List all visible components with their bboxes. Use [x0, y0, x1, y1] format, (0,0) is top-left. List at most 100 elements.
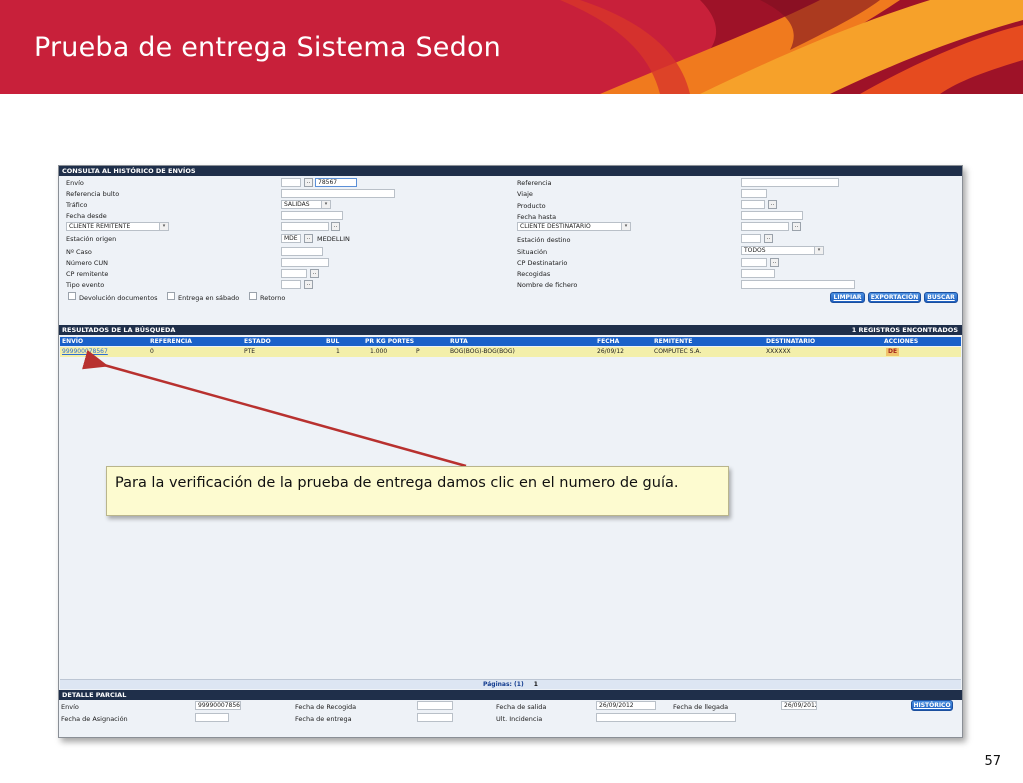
cliente-destinatario-input[interactable] — [741, 222, 789, 231]
buscar-button[interactable]: BUSCAR — [924, 292, 958, 303]
cell-fecha: 26/09/12 — [597, 348, 624, 355]
col-envio: ENVÍO — [62, 338, 84, 345]
producto-lookup-button[interactable]: .. — [768, 200, 777, 209]
cp-destinatario-lookup-button[interactable]: .. — [770, 258, 779, 267]
sedon-app-screenshot: CONSULTA AL HISTÓRICO DE ENVÍOS Envío ..… — [58, 165, 963, 738]
fecha-llegada-field: 26/09/2012 — [781, 701, 817, 710]
label-estacion-origen: Estación origen — [66, 235, 117, 243]
trafico-value: SALIDAS — [284, 201, 310, 208]
chevron-down-icon: ▾ — [814, 247, 823, 254]
retorno-checkbox[interactable] — [249, 292, 257, 300]
envio-link[interactable]: 999900078567 — [62, 348, 108, 356]
envio-lookup-button[interactable]: .. — [304, 178, 313, 187]
detail-envio-field: 999900078567 — [195, 701, 241, 710]
producto-input[interactable] — [741, 200, 765, 209]
col-ruta: RUTA — [450, 338, 468, 345]
slide-title: Prueba de entrega Sistema Sedon — [34, 32, 501, 63]
tipo-evento-lookup-button[interactable]: .. — [304, 280, 313, 289]
label-cp-destinatario: CP Destinatario — [517, 259, 568, 267]
label-numero-cun: Número CUN — [66, 259, 109, 267]
label-fecha-hasta: Fecha hasta — [517, 213, 557, 221]
cell-destinatario: XXXXXX — [766, 348, 791, 355]
devolucion-checkbox[interactable] — [68, 292, 76, 300]
pager-current-page[interactable]: 1 — [534, 681, 538, 688]
estacion-origen-name: MEDELLIN — [317, 235, 350, 243]
pager: Páginas: (1) 1 — [60, 679, 961, 689]
slide: Prueba de entrega Sistema Sedon CONSULTA… — [0, 0, 1023, 783]
fecha-desde-input[interactable] — [281, 211, 343, 220]
label-fecha-entrega: Fecha de entrega — [295, 715, 352, 723]
query-section-title: CONSULTA AL HISTÓRICO DE ENVÍOS — [59, 166, 962, 176]
historico-button[interactable]: HISTÓRICO — [911, 700, 953, 711]
estacion-destino-input[interactable] — [741, 234, 761, 243]
limpiar-button[interactable]: LIMPIAR — [830, 292, 865, 303]
detail-section-title: DETALLE PARCIAL — [59, 690, 962, 700]
col-bul: BUL — [326, 338, 340, 345]
devolucion-label: Devolución documentos — [79, 294, 158, 302]
pager-label: Páginas: (1) — [483, 681, 524, 688]
col-acciones: ACCIONES — [884, 338, 919, 345]
cliente-destinatario-value: CLIENTE DESTINATARIO — [520, 223, 591, 230]
label-fecha-llegada: Fecha de llegada — [673, 703, 729, 711]
envio-prefix-input[interactable] — [281, 178, 301, 187]
col-remitente: REMITENTE — [654, 338, 693, 345]
fecha-entrega-field — [417, 713, 453, 722]
label-fecha-recogida: Fecha de Recogida — [295, 703, 357, 711]
chevron-down-icon: ▾ — [621, 223, 630, 230]
label-viaje: Viaje — [517, 190, 533, 198]
cliente-remitente-select[interactable]: CLIENTE REMITENTE ▾ — [66, 222, 169, 231]
tipo-evento-input[interactable] — [281, 280, 301, 289]
trafico-select[interactable]: SALIDAS ▾ — [281, 200, 331, 209]
results-title-text: RESULTADOS DE LA BÚSQUEDA — [62, 326, 176, 334]
accion-de-button[interactable]: DE — [886, 348, 900, 356]
numero-cun-input[interactable] — [281, 258, 329, 267]
ult-incidencia-field — [596, 713, 736, 722]
results-count: 1 REGISTROS ENCONTRADOS — [851, 326, 958, 334]
cp-destinatario-input[interactable] — [741, 258, 767, 267]
cliente-remitente-lookup-button[interactable]: .. — [331, 222, 340, 231]
fecha-salida-field: 26/09/2012 — [596, 701, 656, 710]
col-fecha: FECHA — [597, 338, 620, 345]
referencia-bulto-input[interactable] — [281, 189, 395, 198]
cell-portes: P — [416, 348, 420, 355]
nombre-fichero-input[interactable] — [741, 280, 855, 289]
viaje-input[interactable] — [741, 189, 767, 198]
results-table-header: ENVÍO REFERENCIA ESTADO BUL PR KG PORTES… — [60, 337, 961, 346]
col-pr-kg-portes: PR KG PORTES — [365, 338, 415, 345]
table-row[interactable]: 999900078567 0 PTE 1 1.000 P BOG(BOG)-BO… — [60, 347, 961, 357]
cliente-destinatario-lookup-button[interactable]: .. — [792, 222, 801, 231]
label-no-caso: Nº Caso — [66, 248, 92, 256]
cell-referencia: 0 — [150, 348, 154, 355]
situacion-select[interactable]: TODOS ▾ — [741, 246, 824, 255]
label-referencia-bulto: Referencia bulto — [66, 190, 120, 198]
header-banner: Prueba de entrega Sistema Sedon — [0, 0, 1023, 94]
cliente-destinatario-select[interactable]: CLIENTE DESTINATARIO ▾ — [517, 222, 631, 231]
cliente-remitente-input[interactable] — [281, 222, 329, 231]
cell-bul: 1 — [336, 348, 340, 355]
no-caso-input[interactable] — [281, 247, 323, 256]
results-section-title: RESULTADOS DE LA BÚSQUEDA 1 REGISTROS EN… — [59, 325, 962, 335]
label-trafico: Tráfico — [66, 201, 88, 209]
cell-ruta: BOG(BOG)-BOG(BOG) — [450, 348, 515, 355]
estacion-origen-code-input[interactable]: MDE — [281, 234, 301, 243]
cp-remitente-lookup-button[interactable]: .. — [310, 269, 319, 278]
exportacion-button[interactable]: EXPORTACIÓN — [868, 292, 921, 303]
referencia-input[interactable] — [741, 178, 839, 187]
entrega-sabado-label: Entrega en sábado — [178, 294, 240, 302]
label-cp-remitente: CP remitente — [66, 270, 109, 278]
entrega-sabado-checkbox[interactable] — [167, 292, 175, 300]
col-referencia: REFERENCIA — [150, 338, 192, 345]
label-detail-envio: Envío — [61, 703, 79, 711]
label-ult-incidencia: Ult. Incidencia — [496, 715, 543, 723]
callout-text: Para la verificación de la prueba de ent… — [115, 475, 679, 491]
estacion-origen-lookup-button[interactable]: .. — [304, 234, 313, 243]
envio-input[interactable]: 78567 — [315, 178, 357, 187]
estacion-destino-lookup-button[interactable]: .. — [764, 234, 773, 243]
cp-remitente-input[interactable] — [281, 269, 307, 278]
label-fecha-asignacion: Fecha de Asignación — [61, 715, 128, 723]
fecha-hasta-input[interactable] — [741, 211, 803, 220]
label-tipo-evento: Tipo evento — [66, 281, 105, 289]
recogidas-input[interactable] — [741, 269, 775, 278]
label-situacion: Situación — [517, 248, 548, 256]
cell-remitente: COMPUTEC S.A. — [654, 348, 702, 355]
